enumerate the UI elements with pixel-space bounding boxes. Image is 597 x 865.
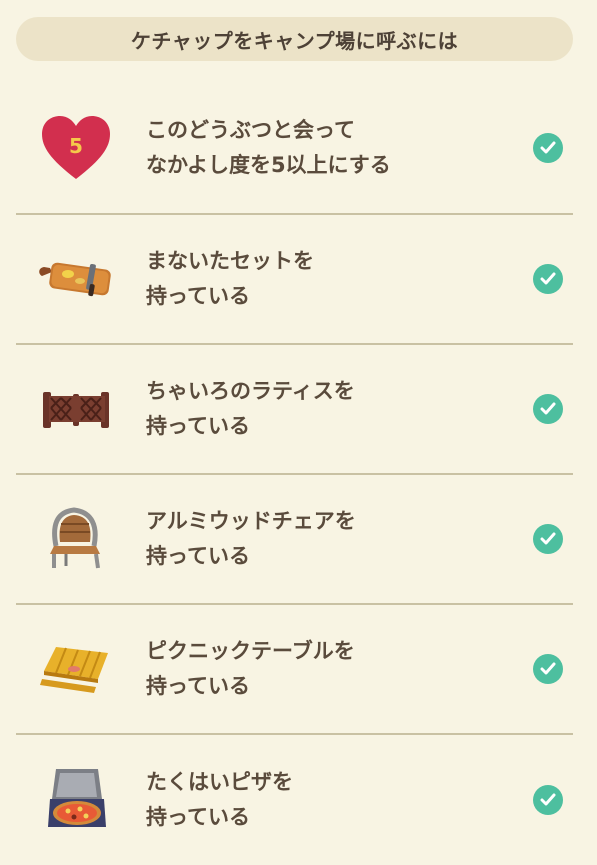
page-title: ケチャップをキャンプ場に呼ぶには — [16, 17, 573, 61]
condition-line-2: 持っている — [146, 284, 250, 308]
condition-line-1: たくはいピザを — [146, 770, 293, 794]
friendship-level-badge: 5 — [69, 134, 83, 158]
condition-text: アルミウッドチェアを 持っている — [146, 504, 356, 574]
check-icon — [533, 394, 563, 424]
delivery-pizza-icon — [34, 758, 118, 842]
condition-list: 5 このどうぶつと会って なかよし度を5以上にする まないたセットを 持っている… — [16, 82, 573, 865]
condition-text: まないたセットを 持っている — [146, 244, 314, 314]
list-item: ピクニックテーブルを 持っている — [16, 605, 573, 735]
condition-line-2: 持っている — [146, 674, 250, 698]
aluminum-wood-chair-icon — [34, 497, 118, 581]
heart-level-icon: 5 — [34, 106, 118, 190]
condition-text: このどうぶつと会って なかよし度を5以上にする — [146, 113, 391, 183]
list-item: アルミウッドチェアを 持っている — [16, 475, 573, 605]
list-item: 5 このどうぶつと会って なかよし度を5以上にする — [16, 82, 573, 215]
check-icon — [533, 654, 563, 684]
list-item: ちゃいろのラティスを 持っている — [16, 345, 573, 475]
condition-line-2: 持っている — [146, 805, 250, 829]
list-item: たくはいピザを 持っている — [16, 735, 573, 865]
condition-line-1: このどうぶつと会って — [146, 117, 355, 142]
condition-line-2: 持っている — [146, 544, 250, 568]
check-icon — [533, 524, 563, 554]
check-icon — [533, 264, 563, 294]
condition-line-2: なかよし度を5以上にする — [146, 152, 391, 177]
brown-lattice-icon — [34, 367, 118, 451]
picnic-table-icon — [34, 627, 118, 711]
cutting-board-icon — [34, 237, 118, 321]
check-icon — [533, 785, 563, 815]
page-title-text: ケチャップをキャンプ場に呼ぶには — [130, 28, 459, 53]
list-item: まないたセットを 持っている — [16, 215, 573, 345]
condition-line-1: アルミウッドチェアを — [146, 509, 356, 533]
condition-text: ピクニックテーブルを 持っている — [146, 634, 355, 704]
condition-line-1: まないたセットを — [146, 249, 314, 273]
condition-text: たくはいピザを 持っている — [146, 765, 293, 835]
check-icon — [533, 132, 563, 163]
condition-text: ちゃいろのラティスを 持っている — [146, 374, 355, 444]
condition-line-2: 持っている — [146, 414, 250, 438]
condition-line-1: ちゃいろのラティスを — [146, 379, 355, 403]
condition-line-1: ピクニックテーブルを — [146, 639, 355, 663]
